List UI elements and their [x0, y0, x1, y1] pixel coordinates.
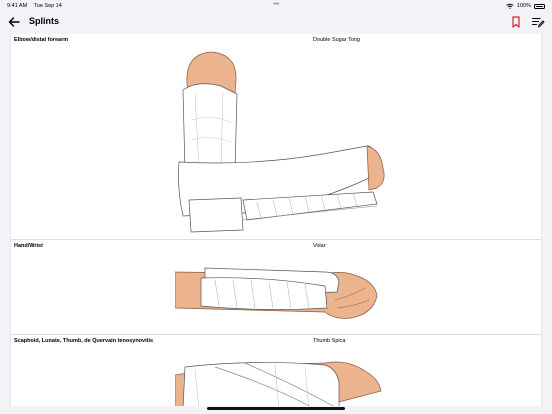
thumb-spica-illustration: [175, 361, 382, 406]
splint-region: Scaphoid, Lunate, Thumb, de Quervain ten…: [14, 338, 154, 344]
splint-row[interactable]: Elbow/distal forearm Double Sugar Tong: [11, 34, 541, 240]
edit-notes-button[interactable]: [531, 15, 545, 29]
status-bar: 9:41 AM Tue Sep 14 ••• 100%: [0, 0, 552, 12]
battery-icon: [534, 3, 545, 9]
splint-row[interactable]: Scaphoid, Lunate, Thumb, de Quervain ten…: [11, 335, 541, 406]
battery-percent: 100%: [516, 3, 531, 9]
page-title: Splints: [29, 16, 60, 26]
back-button[interactable]: [7, 15, 21, 29]
back-arrow-icon: [8, 17, 20, 27]
multitasking-dots-icon[interactable]: •••: [273, 1, 279, 8]
splint-list[interactable]: Elbow/distal forearm Double Sugar Tong H…: [10, 34, 542, 406]
wifi-icon: [506, 3, 514, 9]
volar-splint-illustration: [175, 267, 378, 319]
home-indicator[interactable]: [207, 407, 345, 410]
splint-region: Hand/Wrist: [14, 243, 43, 249]
status-date: Tue Sep 14: [33, 3, 62, 9]
list-edit-icon: [531, 17, 545, 28]
bookmark-button[interactable]: [510, 15, 522, 29]
splint-row[interactable]: Hand/Wrist Volar: [11, 240, 541, 335]
splint-type: Double Sugar Tong: [313, 37, 360, 43]
splint-type: Thumb Spica: [313, 338, 346, 344]
status-right: 100%: [506, 3, 545, 9]
splint-region: Elbow/distal forearm: [14, 37, 69, 43]
status-left: 9:41 AM Tue Sep 14: [7, 3, 67, 9]
status-time: 9:41 AM: [7, 3, 28, 9]
bookmark-icon: [512, 16, 520, 28]
navigation-bar: Splints: [0, 12, 552, 34]
double-sugar-tong-illustration: [178, 51, 385, 233]
splint-type: Volar: [313, 243, 326, 249]
